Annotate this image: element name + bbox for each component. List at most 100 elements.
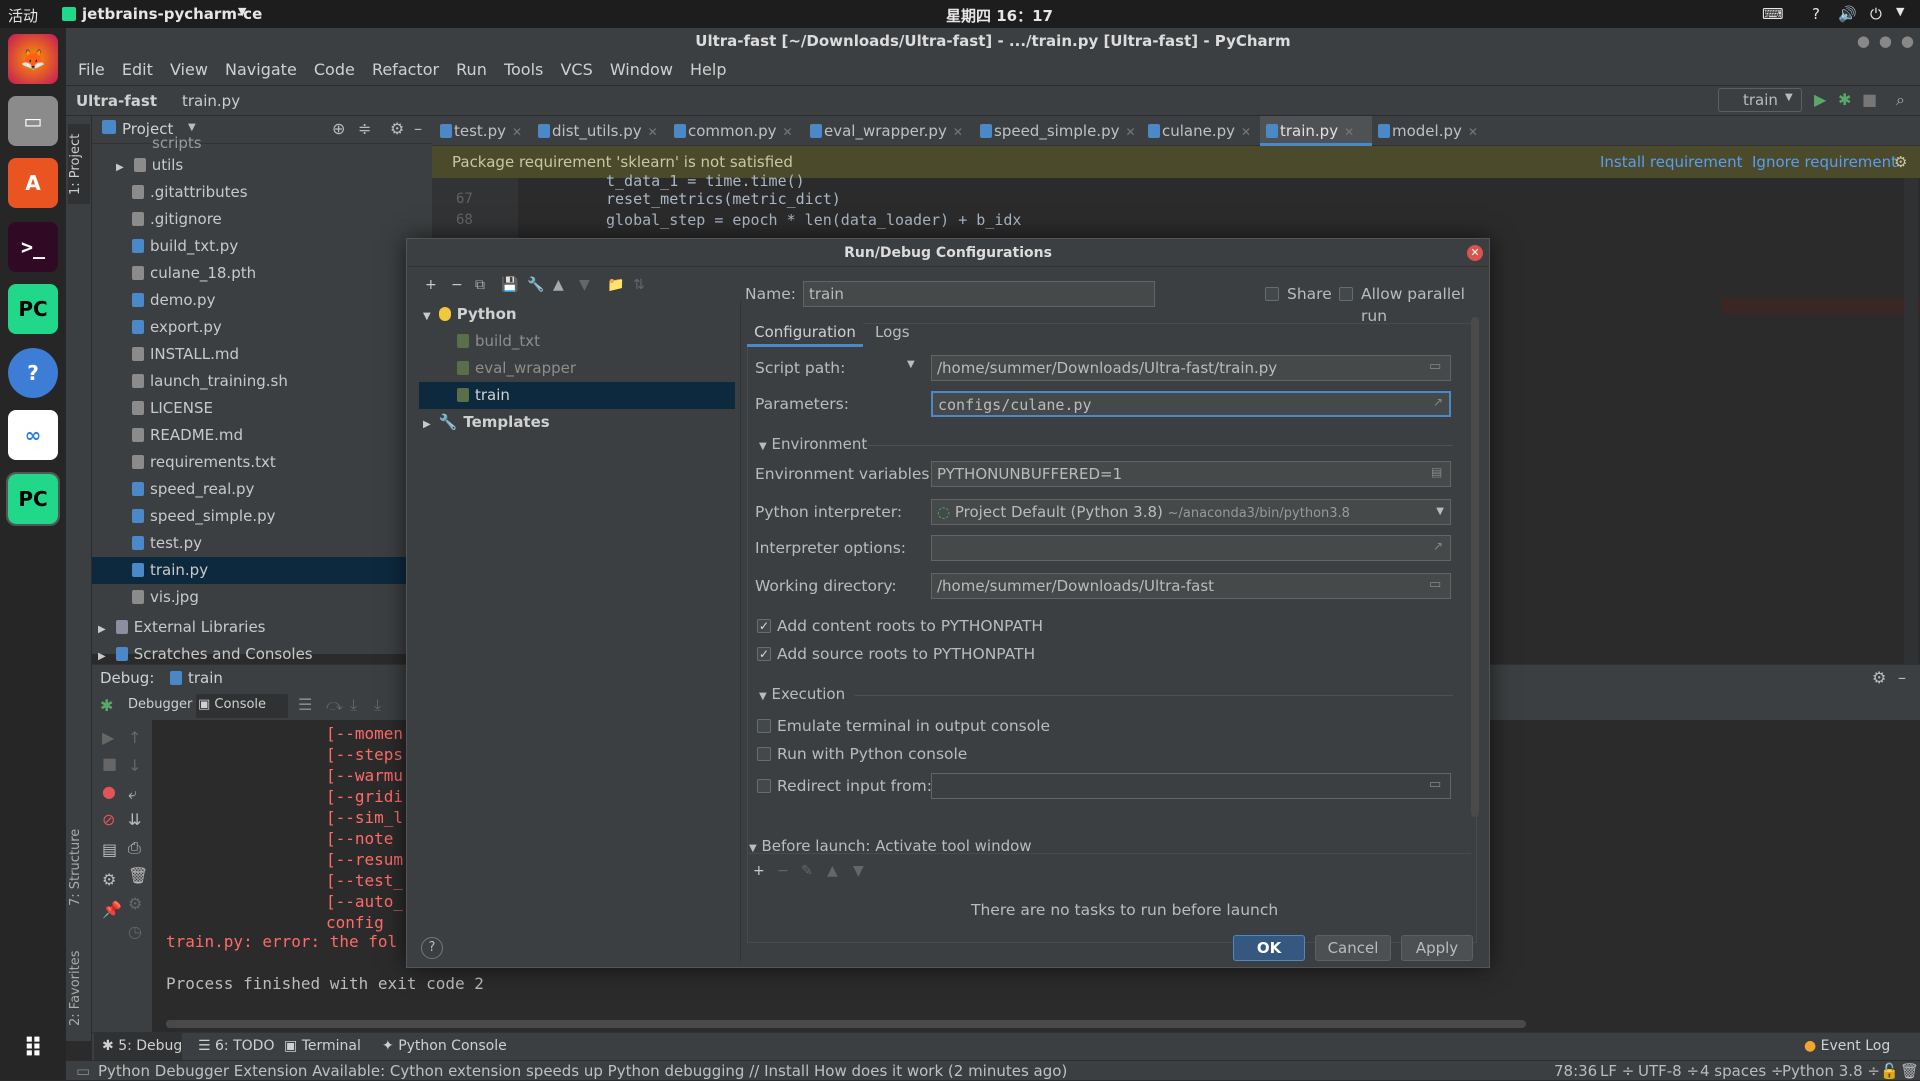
help-icon[interactable]: ? [421,937,443,959]
layout-icon[interactable]: ▤ [102,840,117,859]
close-tab-icon[interactable]: ✕ [953,125,963,139]
step-over-icon[interactable]: ⤼ [326,695,343,715]
network-icon[interactable]: ? [1812,5,1820,23]
favorites-tool-button[interactable]: 2: Favorites [68,926,90,1026]
editor-scrollbar[interactable] [1904,178,1918,678]
tree-config-build-txt[interactable]: build_txt [457,328,540,355]
add-task-icon[interactable]: + [753,863,765,879]
edit-task-icon[interactable]: ✎ [801,863,813,879]
ok-button[interactable]: OK [1233,935,1305,961]
tree-python-group[interactable]: ▼ Python [423,301,517,328]
interpreter-status[interactable]: Python 3.8 ÷ [1782,1061,1880,1081]
gear-icon[interactable]: ⚙ [390,119,404,138]
tree-file[interactable]: speed_real.py [132,476,254,503]
menu-code[interactable]: Code [314,60,355,79]
minimize-icon[interactable]: ● [1857,28,1870,54]
cancel-button[interactable]: Cancel [1315,935,1391,961]
folder-icon[interactable]: ▭ [1429,577,1441,592]
folder-icon[interactable]: 📁 [607,277,624,293]
locate-icon[interactable]: ⊕ [332,119,345,138]
view-breakpoints-icon[interactable]: ● [102,782,116,801]
move-up-icon[interactable]: ▲ [553,277,564,293]
menu-refactor[interactable]: Refactor [372,60,439,79]
python-console-checkbox[interactable] [757,747,771,761]
clock[interactable]: 星期四 16：17 [946,5,1053,26]
add-icon[interactable]: + [425,277,437,293]
event-log-tab[interactable]: ● Event Log [1804,1038,1890,1054]
volume-icon[interactable]: 🔊 [1838,5,1857,23]
ignore-requirement-link[interactable]: Ignore requirement [1752,146,1897,178]
files-icon[interactable]: ▭ [8,96,58,146]
hide-panel-icon[interactable]: – [1898,668,1906,687]
working-directory-field[interactable]: /home/summer/Downloads/Ultra-fast [931,573,1451,599]
close-tab-icon[interactable]: ✕ [1468,125,1478,139]
tree-file[interactable]: export.py [132,314,222,341]
folder-icon[interactable]: ▭ [1429,777,1441,792]
indent-setting[interactable]: 4 spaces ÷ [1700,1061,1783,1081]
sort-icon[interactable]: ⇅ [633,277,645,293]
remove-task-icon[interactable]: − [777,863,789,879]
pin-icon[interactable]: 📌 [102,900,122,919]
editor-tab[interactable]: dist_utils.py ✕ [532,116,668,146]
pycharm-icon[interactable]: PC [8,284,58,334]
file-encoding[interactable]: UTF-8 ÷ [1638,1061,1699,1081]
power-icon[interactable]: ⏻ [1870,5,1882,23]
edit-env-icon[interactable]: ▤ [1431,465,1442,479]
step-into-icon[interactable]: ⤓ [350,695,357,715]
expand-icon[interactable]: ↗ [1433,539,1443,553]
menu-navigate[interactable]: Navigate [225,60,297,79]
expand-icon[interactable]: ↗ [1433,395,1443,409]
breadcrumb-project[interactable]: Ultra-fast [76,92,157,110]
debug-session-tab[interactable]: train [188,669,223,687]
editor-tab[interactable]: speed_simple.py ✕ [974,116,1142,146]
editor-tab[interactable]: model.py ✕ [1372,116,1484,146]
tree-file[interactable]: .gitattributes [132,179,248,206]
tree-config-train[interactable]: train [457,382,510,409]
software-center-icon[interactable]: A [8,158,58,208]
gear-icon[interactable]: ⚙ [1894,146,1907,178]
apply-button[interactable]: Apply [1401,935,1473,961]
trash-icon[interactable]: 🗑 [1900,1061,1919,1081]
console-tab[interactable]: ▣ Console [198,697,266,712]
tree-file[interactable]: train.py [132,557,208,584]
source-roots-checkbox[interactable]: ✓ [757,647,771,661]
allow-parallel-checkbox[interactable] [1339,287,1353,301]
dialog-scrollbar[interactable] [1471,317,1479,817]
tree-file[interactable]: demo.py [132,287,215,314]
tree-external-libraries[interactable]: ▶ External Libraries [98,614,266,641]
tree-file[interactable]: requirements.txt [132,449,276,476]
trash-icon[interactable]: 🗑 [128,866,148,885]
tree-folder-utils[interactable]: ▶ utils [116,152,183,179]
name-input[interactable]: train [803,281,1155,307]
close-tab-icon[interactable]: ✕ [1126,125,1136,139]
settings-icon[interactable]: ⚙ [128,894,142,913]
move-down-icon[interactable]: ▼ [853,863,864,879]
editor-tab[interactable]: common.py ✕ [668,116,804,146]
tree-file[interactable]: .gitignore [132,206,222,233]
interpreter-options-field[interactable] [931,535,1451,561]
scroll-to-end-icon[interactable]: ⇊ [128,810,141,829]
gear-icon[interactable]: ⚙ [102,870,116,889]
resume-icon[interactable]: ▶ [102,728,114,747]
help-icon[interactable]: ? [8,348,58,398]
share-checkbox[interactable] [1265,287,1279,301]
env-vars-field[interactable]: PYTHONUNBUFFERED=1 [931,461,1451,487]
debug-tool-tab[interactable]: ✱ 5: Debug [102,1038,182,1054]
remove-icon[interactable]: − [451,277,463,293]
cloud-drive-icon[interactable]: ∞ [8,410,58,460]
caret-position[interactable]: 78:36 [1554,1061,1597,1081]
tree-file[interactable]: test.py [132,530,202,557]
mute-breakpoints-icon[interactable]: ⊘ [102,810,115,829]
arrow-up-icon[interactable]: ↑ [128,728,141,747]
stop-icon[interactable]: ■ [1862,90,1877,109]
save-icon[interactable]: 💾 [501,277,518,293]
execution-section[interactable]: ▼ Execution [759,685,845,703]
menu-run[interactable]: Run [456,60,487,79]
script-path-field[interactable]: /home/summer/Downloads/Ultra-fast/train.… [931,355,1451,381]
tree-file[interactable]: LICENSE [132,395,213,422]
structure-tool-button[interactable]: 7: Structure [68,816,90,906]
move-down-icon[interactable]: ▼ [579,277,590,293]
line-separator[interactable]: LF ÷ [1600,1061,1634,1081]
redirect-input-checkbox[interactable] [757,779,771,793]
tree-file[interactable]: INSTALL.md [132,341,239,368]
